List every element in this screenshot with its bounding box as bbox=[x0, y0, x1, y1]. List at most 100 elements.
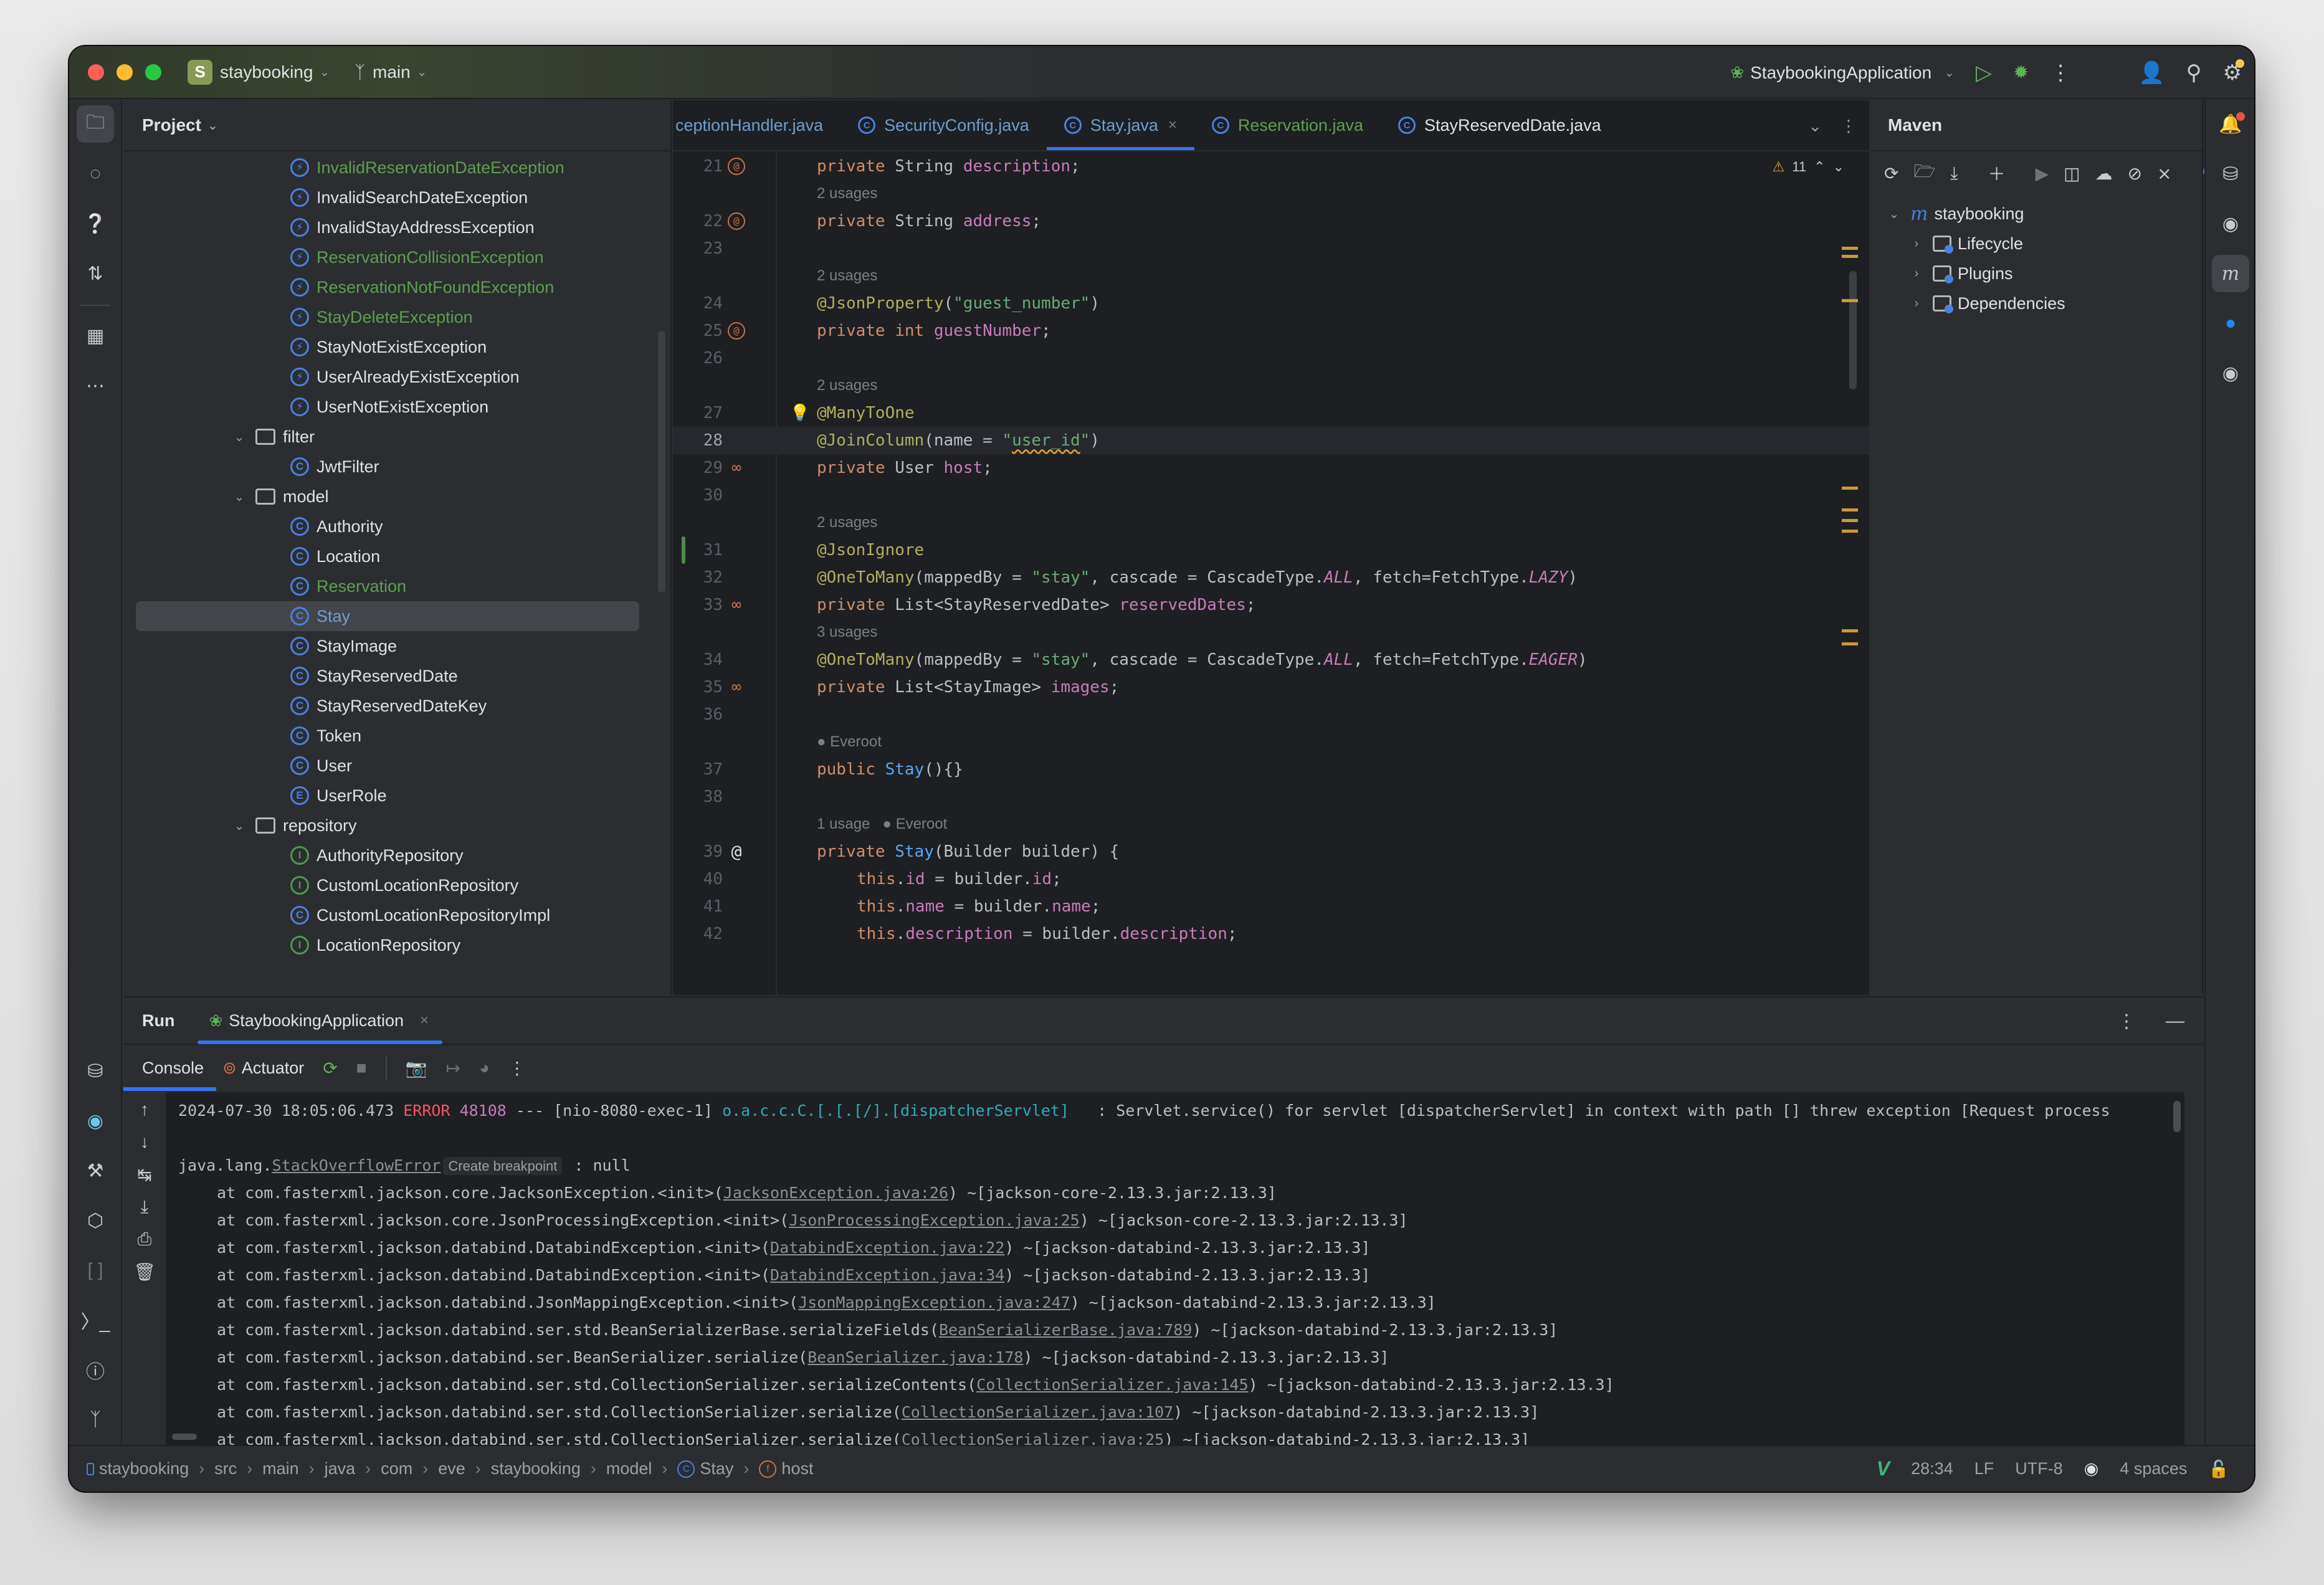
editor-tab[interactable]: C SecurityConfig.java bbox=[841, 100, 1047, 150]
tree-item[interactable]: C StayReservedDateKey bbox=[123, 691, 670, 721]
warning-stripe-marker[interactable] bbox=[1842, 255, 1858, 258]
breadcrumb-item[interactable]: java bbox=[325, 1459, 356, 1478]
tabs-dropdown-button[interactable]: ⌄ bbox=[1808, 117, 1822, 136]
stop-button[interactable]: ■ bbox=[356, 1058, 367, 1078]
editor-tab[interactable]: C StayReservedDate.java bbox=[1381, 100, 1619, 150]
copilot-button[interactable]: ◉ bbox=[2212, 205, 2249, 242]
offline-icon[interactable]: ☁ bbox=[2095, 163, 2113, 184]
gopher-plugin-button[interactable]: ◉ bbox=[77, 1102, 114, 1140]
stack-source-link[interactable]: CollectionSerializer.java:25 bbox=[902, 1430, 1164, 1445]
tree-item[interactable]: C StayReservedDate bbox=[123, 661, 670, 691]
close-icon[interactable]: × bbox=[420, 1012, 429, 1029]
warning-stripe-marker[interactable] bbox=[1842, 629, 1858, 632]
maven-node-dependencies[interactable]: › Dependencies bbox=[1884, 288, 2202, 318]
tree-item[interactable]: ⌄ filter bbox=[123, 422, 670, 452]
tree-item[interactable]: ⌄ repository bbox=[123, 811, 670, 840]
more-actions-button[interactable]: ⋮ bbox=[2050, 60, 2071, 85]
tree-item[interactable]: ⚡ StayDeleteException bbox=[123, 302, 670, 332]
stack-source-link[interactable]: JsonProcessingException.java:25 bbox=[789, 1211, 1080, 1229]
exception-class-link[interactable]: StackOverflowError bbox=[272, 1156, 441, 1174]
project-badge[interactable]: S bbox=[188, 59, 212, 85]
chat-button[interactable]: ● bbox=[2212, 305, 2249, 342]
breadcrumb-item[interactable]: staybooking bbox=[87, 1459, 189, 1478]
tree-item[interactable]: C Token bbox=[123, 721, 670, 751]
add-icon[interactable]: ＋ bbox=[1988, 161, 2006, 186]
tree-item[interactable]: C JwtFilter bbox=[123, 452, 670, 482]
maven-node-lifecycle[interactable]: › Lifecycle bbox=[1884, 229, 2202, 259]
pull-requests-tool-button[interactable]: ⇅ bbox=[77, 255, 114, 292]
console-vertical-scrollbar[interactable] bbox=[2173, 1101, 2181, 1132]
usage-hint[interactable]: ● Everoot bbox=[817, 728, 882, 756]
breadcrumb-item[interactable]: model bbox=[606, 1459, 652, 1478]
tree-item[interactable]: C Location bbox=[123, 541, 670, 571]
stack-source-link[interactable]: DatabindException.java:22 bbox=[770, 1239, 1004, 1257]
attach-button[interactable]: ↦ bbox=[446, 1058, 460, 1078]
unlock-icon[interactable]: 🔓 bbox=[2208, 1459, 2229, 1479]
relation-gutter-icon[interactable]: ∞ bbox=[728, 596, 745, 614]
skip-tests-icon[interactable]: ⊘ bbox=[2128, 163, 2142, 184]
tree-item[interactable]: C Authority bbox=[123, 512, 670, 541]
tree-item[interactable]: ⚡ InvalidReservationDateException bbox=[123, 153, 670, 183]
search-button[interactable]: ⚲ bbox=[2186, 60, 2202, 85]
run-button[interactable]: ▷ bbox=[1976, 60, 1992, 85]
tree-item[interactable]: C Reservation bbox=[123, 571, 670, 601]
commit-tool-button[interactable]: ◌ bbox=[77, 155, 114, 193]
stack-source-link[interactable]: BeanSerializerBase.java:789 bbox=[939, 1321, 1192, 1339]
copilot-chat-button[interactable]: ◉ bbox=[2212, 355, 2249, 392]
breadcrumb-item[interactable]: eve bbox=[438, 1459, 465, 1478]
warning-stripe-marker[interactable] bbox=[1842, 247, 1858, 250]
clear-console-button[interactable]: 🗑 bbox=[133, 1262, 156, 1282]
run-config-icon[interactable]: ◫ bbox=[2064, 163, 2080, 184]
project-tree-scrollbar[interactable] bbox=[658, 331, 665, 593]
stack-source-link[interactable]: JsonMappingException.java:247 bbox=[798, 1293, 1070, 1311]
debug-button[interactable]: ✹ bbox=[2013, 62, 2029, 83]
maven-node-plugins[interactable]: › Plugins bbox=[1884, 259, 2202, 288]
console-horizontal-scrollbar[interactable] bbox=[172, 1434, 197, 1440]
profiler-button[interactable]: ◕ bbox=[479, 1058, 490, 1078]
tree-item[interactable]: C StayImage bbox=[123, 631, 670, 661]
vim-icon[interactable]: V bbox=[1877, 1457, 1890, 1480]
breadcrumb-item[interactable]: main bbox=[262, 1459, 299, 1478]
scroll-down-button[interactable]: ↓ bbox=[133, 1132, 156, 1152]
tab-actuator[interactable]: ⊚ Actuator bbox=[222, 1059, 304, 1078]
scroll-to-end-button[interactable]: ⤓ bbox=[133, 1197, 156, 1217]
screenshot-button[interactable]: 📷 bbox=[406, 1058, 427, 1078]
project-panel-header[interactable]: Project ⌄ bbox=[123, 100, 670, 151]
usage-hint[interactable]: 3 usages bbox=[817, 619, 877, 646]
stack-source-link[interactable]: CollectionSerializer.java:107 bbox=[902, 1403, 1174, 1421]
file-encoding[interactable]: UTF-8 bbox=[2015, 1459, 2063, 1478]
breadcrumb-item[interactable]: src bbox=[214, 1459, 237, 1478]
tree-item[interactable]: ⚡ ReservationNotFoundException bbox=[123, 272, 670, 302]
tabs-more-button[interactable]: ⋮ bbox=[1841, 117, 1857, 136]
usage-hint[interactable]: 1 usage ● Everoot bbox=[817, 811, 947, 838]
maven-button[interactable]: m bbox=[2212, 255, 2249, 292]
scroll-up-button[interactable]: ↑ bbox=[133, 1100, 156, 1120]
stack-source-link[interactable]: CollectionSerializer.java:145 bbox=[976, 1376, 1249, 1394]
lightbulb-icon[interactable]: 💡 bbox=[790, 404, 810, 422]
collapse-icon[interactable]: ⨯ bbox=[2157, 163, 2171, 184]
warning-stripe-marker[interactable] bbox=[1842, 508, 1858, 512]
maven-root[interactable]: ⌄ m staybooking bbox=[1884, 199, 2202, 229]
rerun-button[interactable]: ⟳ bbox=[323, 1058, 337, 1078]
console-output[interactable]: 2024-07-30 18:05:06.473 ERROR 48108 --- … bbox=[166, 1092, 2184, 1445]
field-gutter-icon[interactable]: @ bbox=[728, 322, 745, 340]
branch-switcher[interactable]: main bbox=[373, 62, 411, 82]
warning-stripe-marker[interactable] bbox=[1842, 642, 1858, 645]
tree-item[interactable]: ⚡ InvalidSearchDateException bbox=[123, 183, 670, 212]
run-goal-icon[interactable]: ▶ bbox=[2036, 163, 2049, 184]
add-user-button[interactable]: 👤 bbox=[2138, 60, 2164, 85]
stack-source-link[interactable]: JacksonException.java:26 bbox=[723, 1184, 948, 1202]
field-gutter-icon[interactable]: @ bbox=[728, 158, 745, 175]
breadcrumb-item[interactable]: staybooking bbox=[491, 1459, 581, 1478]
autowired-gutter-icon[interactable]: @ bbox=[728, 841, 745, 862]
tree-item[interactable]: C Stay bbox=[136, 601, 639, 631]
tree-item[interactable]: ⚡ UserNotExistException bbox=[123, 392, 670, 422]
field-gutter-icon[interactable]: @ bbox=[728, 212, 745, 230]
soft-wrap-button[interactable]: ↹ bbox=[133, 1164, 156, 1185]
database-button[interactable]: ⛁ bbox=[2212, 155, 2249, 193]
print-button[interactable]: ⎙ bbox=[133, 1229, 156, 1250]
services-tool-button[interactable]: ⬡ bbox=[77, 1202, 114, 1239]
git-tool-button[interactable]: ᛉ bbox=[77, 1401, 114, 1439]
minimize-window-button[interactable] bbox=[117, 64, 133, 80]
warning-stripe-marker[interactable] bbox=[1842, 519, 1858, 523]
